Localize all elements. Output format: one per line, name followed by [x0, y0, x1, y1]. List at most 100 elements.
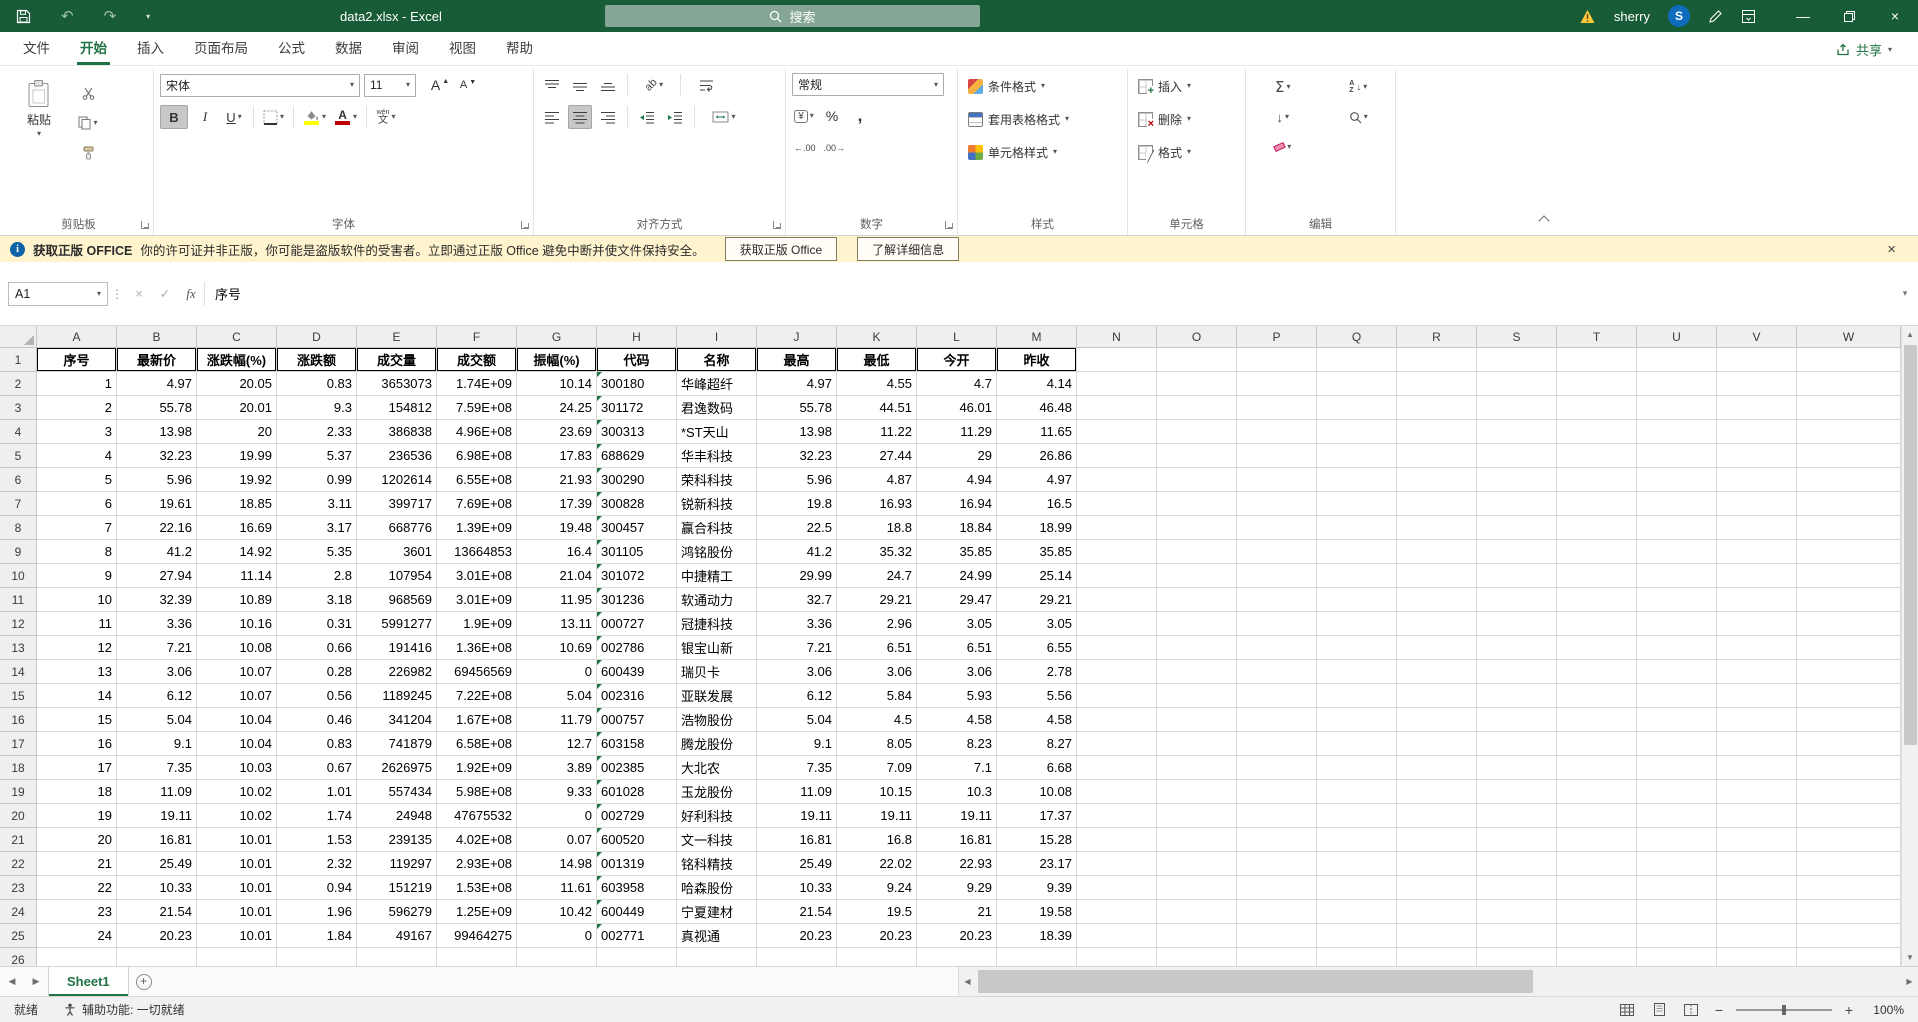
cell-U17[interactable] — [1637, 732, 1717, 756]
row-header-3[interactable]: 3 — [0, 396, 37, 420]
cell-J7[interactable]: 19.8 — [757, 492, 837, 516]
cell-K24[interactable]: 19.5 — [837, 900, 917, 924]
scroll-up-icon[interactable]: ▲ — [1902, 326, 1918, 343]
cell-styles-button[interactable]: 单元格样式 ▾ — [964, 139, 1121, 165]
copy-button[interactable]: ▾ — [76, 111, 100, 135]
cell-J10[interactable]: 29.99 — [757, 564, 837, 588]
cell-P17[interactable] — [1237, 732, 1317, 756]
accessibility-status[interactable]: 辅助功能: 一切就绪 — [64, 1001, 185, 1018]
cell-B4[interactable]: 13.98 — [117, 420, 197, 444]
cell-G14[interactable]: 0 — [517, 660, 597, 684]
cell-L25[interactable]: 20.23 — [917, 924, 997, 948]
cell-M3[interactable]: 46.48 — [997, 396, 1077, 420]
cell-G24[interactable]: 10.42 — [517, 900, 597, 924]
increase-font-size-button[interactable]: A ▲ — [428, 73, 452, 97]
cell-K7[interactable]: 16.93 — [837, 492, 917, 516]
cell-S3[interactable] — [1477, 396, 1557, 420]
row-header-6[interactable]: 6 — [0, 468, 37, 492]
cell-B23[interactable]: 10.33 — [117, 876, 197, 900]
row-header-20[interactable]: 20 — [0, 804, 37, 828]
cell-V2[interactable] — [1717, 372, 1797, 396]
zoom-out-icon[interactable]: − — [1712, 1002, 1726, 1018]
cell-R5[interactable] — [1397, 444, 1477, 468]
column-header-Q[interactable]: Q — [1317, 326, 1397, 348]
row-header-1[interactable]: 1 — [0, 348, 37, 372]
cell-J11[interactable]: 32.7 — [757, 588, 837, 612]
cell-O26[interactable] — [1157, 948, 1237, 966]
cell-A5[interactable]: 4 — [37, 444, 117, 468]
cell-K25[interactable]: 20.23 — [837, 924, 917, 948]
cell-D9[interactable]: 5.35 — [277, 540, 357, 564]
cell-N11[interactable] — [1077, 588, 1157, 612]
horizontal-scroll-thumb[interactable] — [978, 970, 1533, 993]
horizontal-scrollbar[interactable]: ◀ ▶ — [958, 967, 1918, 996]
cell-L20[interactable]: 19.11 — [917, 804, 997, 828]
cell-A9[interactable]: 8 — [37, 540, 117, 564]
cell-S13[interactable] — [1477, 636, 1557, 660]
cell-K9[interactable]: 35.32 — [837, 540, 917, 564]
cell-P8[interactable] — [1237, 516, 1317, 540]
cell-U19[interactable] — [1637, 780, 1717, 804]
insert-function-icon[interactable]: fx — [178, 282, 204, 306]
cell-K20[interactable]: 19.11 — [837, 804, 917, 828]
cell-O13[interactable] — [1157, 636, 1237, 660]
alignment-dialog-launcher[interactable] — [773, 221, 781, 229]
redo-icon[interactable]: ↷ — [104, 9, 117, 24]
cell-I13[interactable]: 银宝山新 — [677, 636, 757, 660]
cell-I22[interactable]: 铭科精技 — [677, 852, 757, 876]
cell-S17[interactable] — [1477, 732, 1557, 756]
cell-K16[interactable]: 4.5 — [837, 708, 917, 732]
row-header-11[interactable]: 11 — [0, 588, 37, 612]
cell-I24[interactable]: 宁夏建材 — [677, 900, 757, 924]
cell-B20[interactable]: 19.11 — [117, 804, 197, 828]
message-bar-close-icon[interactable]: × — [1887, 241, 1908, 258]
cell-Q6[interactable] — [1317, 468, 1397, 492]
cell-N8[interactable] — [1077, 516, 1157, 540]
cell-Q25[interactable] — [1317, 924, 1397, 948]
cell-B8[interactable]: 22.16 — [117, 516, 197, 540]
cell-C9[interactable]: 14.92 — [197, 540, 277, 564]
cell-T14[interactable] — [1557, 660, 1637, 684]
cell-K12[interactable]: 2.96 — [837, 612, 917, 636]
cell-H6[interactable]: 300290 — [597, 468, 677, 492]
cell-L23[interactable]: 9.29 — [917, 876, 997, 900]
cell-O12[interactable] — [1157, 612, 1237, 636]
cell-D26[interactable] — [277, 948, 357, 966]
get-genuine-office-button[interactable]: 获取正版 Office — [724, 237, 838, 261]
cell-R19[interactable] — [1397, 780, 1477, 804]
column-header-J[interactable]: J — [757, 326, 837, 348]
row-header-15[interactable]: 15 — [0, 684, 37, 708]
page-layout-view-button[interactable] — [1648, 1000, 1670, 1020]
cell-B6[interactable]: 5.96 — [117, 468, 197, 492]
cell-W6[interactable] — [1797, 468, 1901, 492]
cell-J23[interactable]: 10.33 — [757, 876, 837, 900]
cell-C11[interactable]: 10.89 — [197, 588, 277, 612]
cell-J9[interactable]: 41.2 — [757, 540, 837, 564]
cell-L9[interactable]: 35.85 — [917, 540, 997, 564]
cell-D6[interactable]: 0.99 — [277, 468, 357, 492]
autosum-button[interactable]: Σ ▾ — [1252, 75, 1314, 99]
cell-N3[interactable] — [1077, 396, 1157, 420]
cell-S15[interactable] — [1477, 684, 1557, 708]
font-name-select[interactable]: 宋体 ▾ — [160, 73, 360, 97]
cell-H14[interactable]: 600439 — [597, 660, 677, 684]
cell-A10[interactable]: 9 — [37, 564, 117, 588]
cell-E24[interactable]: 596279 — [357, 900, 437, 924]
cell-W9[interactable] — [1797, 540, 1901, 564]
cell-N7[interactable] — [1077, 492, 1157, 516]
cell-P25[interactable] — [1237, 924, 1317, 948]
cell-R8[interactable] — [1397, 516, 1477, 540]
cell-U11[interactable] — [1637, 588, 1717, 612]
cell-E19[interactable]: 557434 — [357, 780, 437, 804]
cell-H24[interactable]: 600449 — [597, 900, 677, 924]
cell-V16[interactable] — [1717, 708, 1797, 732]
cell-A22[interactable]: 21 — [37, 852, 117, 876]
cell-J21[interactable]: 16.81 — [757, 828, 837, 852]
cell-O5[interactable] — [1157, 444, 1237, 468]
cell-D7[interactable]: 3.11 — [277, 492, 357, 516]
cell-B14[interactable]: 3.06 — [117, 660, 197, 684]
cell-U22[interactable] — [1637, 852, 1717, 876]
cell-B15[interactable]: 6.12 — [117, 684, 197, 708]
cell-E22[interactable]: 119297 — [357, 852, 437, 876]
cell-R1[interactable] — [1397, 348, 1477, 372]
